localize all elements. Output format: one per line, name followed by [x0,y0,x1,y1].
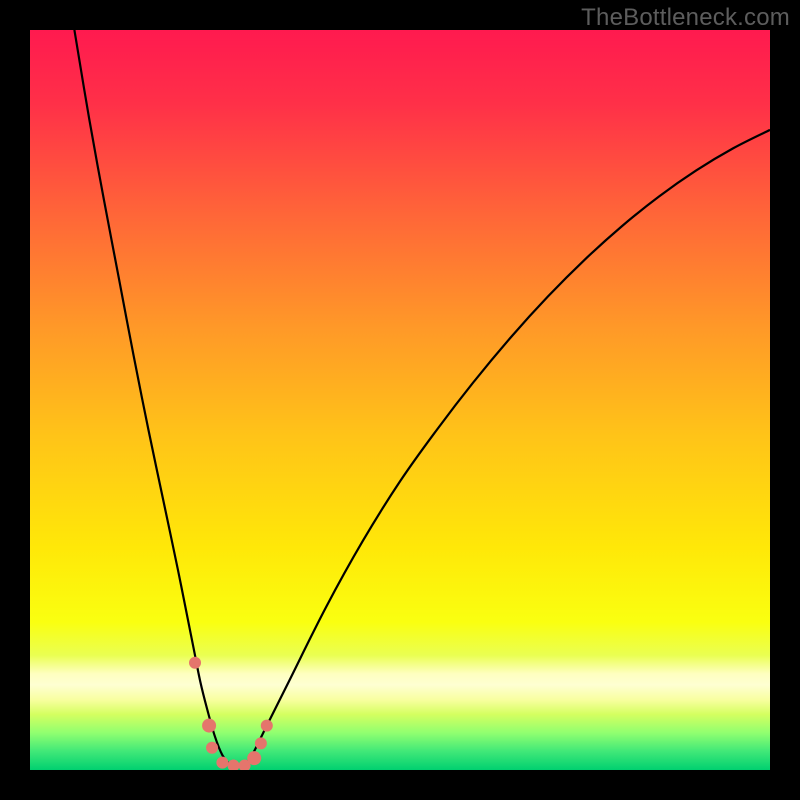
plot-area [30,30,770,770]
data-marker [216,757,228,769]
watermark-text: TheBottleneck.com [581,4,790,32]
bottleneck-chart [30,30,770,770]
gradient-background [30,30,770,770]
data-marker [261,720,273,732]
data-marker [202,719,216,733]
data-marker [206,742,218,754]
data-marker [247,751,261,765]
data-marker [189,657,201,669]
chart-frame: TheBottleneck.com [0,0,800,800]
data-marker [255,737,267,749]
